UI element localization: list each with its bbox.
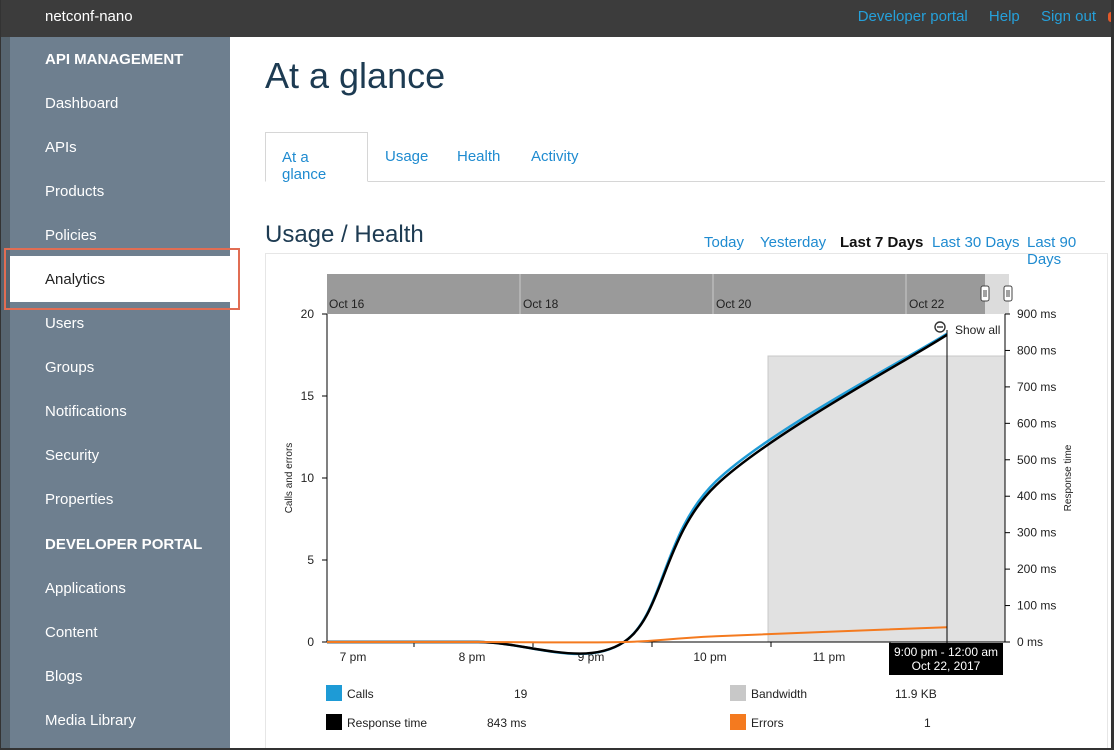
legend-swatch-errors (730, 714, 746, 730)
y-right-tick-label: 500 ms (1017, 453, 1056, 467)
x-axis-ticks: 7 pm 8 pm 9 pm 10 pm 11 pm (340, 642, 891, 664)
legend-value: 1 (924, 716, 931, 730)
y-right-tick-label: 200 ms (1017, 562, 1056, 576)
navigator-label: Oct 22 (909, 297, 945, 311)
tooltip-line-2: Oct 22, 2017 (912, 659, 981, 673)
legend-value: 843 ms (487, 716, 527, 730)
legend-label: Response time (347, 716, 428, 730)
y-left-tick-label: 0 (307, 635, 314, 649)
navigator-label: Oct 18 (523, 297, 559, 311)
y-right-tick-label: 300 ms (1017, 526, 1056, 540)
y-right-tick-label: 700 ms (1017, 380, 1056, 394)
legend-swatch-calls (326, 685, 342, 701)
show-all-button[interactable]: Show all (955, 323, 1000, 337)
y-right-tick-label: 600 ms (1017, 416, 1056, 430)
x-tick-label: 7 pm (340, 650, 367, 664)
navigator-label: Oct 16 (329, 297, 365, 311)
y-axis-left-ticks: 0 5 10 15 20 (301, 307, 327, 649)
y-left-tick-label: 20 (301, 307, 315, 321)
y-right-tick-label: 400 ms (1017, 489, 1056, 503)
navigator-handle-left-icon[interactable] (980, 285, 990, 302)
x-tick-label: 10 pm (693, 650, 726, 664)
legend-value: 19 (514, 687, 528, 701)
y-axis-right-label: Response time (1063, 444, 1074, 511)
y-right-tick-label: 900 ms (1017, 307, 1056, 321)
navigator-label: Oct 20 (716, 297, 752, 311)
y-right-tick-label: 800 ms (1017, 343, 1056, 357)
legend-label: Bandwidth (751, 687, 808, 701)
y-right-tick-label: 100 ms (1017, 599, 1056, 613)
legend-value: 11.9 KB (895, 687, 937, 701)
usage-health-chart: Oct 16 Oct 18 Oct 20 Oct 22 0 5 10 15 20 0 m… (284, 274, 1074, 675)
y-right-tick-label: 0 ms (1017, 635, 1043, 649)
legend-label: Calls (347, 687, 374, 701)
y-left-tick-label: 15 (301, 389, 315, 403)
tooltip-line-1: 9:00 pm - 12:00 am (894, 645, 998, 659)
y-left-tick-label: 5 (307, 553, 314, 567)
window-frame-left (0, 0, 1, 750)
y-axis-left-label: Calls and errors (284, 443, 295, 514)
x-tick-label: 8 pm (459, 650, 486, 664)
legend-label: Errors (751, 716, 784, 730)
zoom-out-icon[interactable] (934, 321, 946, 333)
navigator-handle-right-icon[interactable] (1003, 285, 1013, 302)
legend-swatch-response-time (326, 714, 342, 730)
x-tick-label: 11 pm (813, 650, 845, 664)
legend-swatch-bandwidth (730, 685, 746, 701)
bandwidth-area (767, 355, 1006, 643)
y-axis-right-ticks: 0 ms 100 ms 200 ms 300 ms 400 ms 500 ms 600 ms… (1005, 307, 1056, 649)
navigator-bar[interactable] (327, 274, 1009, 314)
y-left-tick-label: 10 (301, 471, 315, 485)
